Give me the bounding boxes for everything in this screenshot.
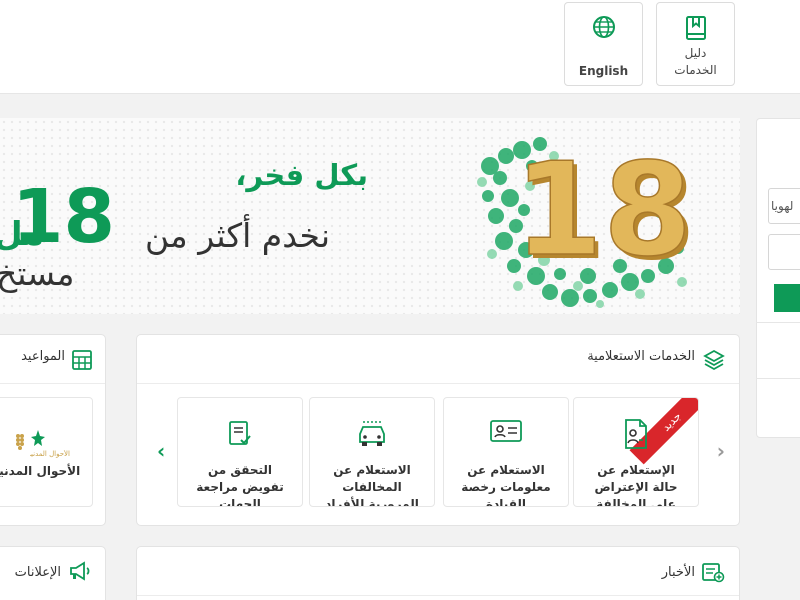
services-title: الخدمات الاستعلامية: [587, 349, 695, 364]
service-card-license-info[interactable]: الاستعلام عن معلومات رخصة القيادة: [443, 397, 569, 507]
chevron-right-icon[interactable]: ›: [717, 439, 725, 463]
password-input[interactable]: [768, 234, 800, 270]
layers-icon: [703, 349, 725, 375]
megaphone-icon: [67, 561, 93, 585]
service-card-traffic-violations[interactable]: الاستعلام عن المخالفات المرورية للأفراد: [309, 397, 435, 507]
car-icon: [310, 418, 434, 448]
clipboard-check-icon: [178, 418, 302, 448]
document-user-icon: [574, 418, 698, 450]
news-icon: [701, 561, 725, 587]
hero-banner[interactable]: بكل فخر، نخدم أكثر من 18 مل مستخ 18 18: [0, 118, 740, 314]
sidebar-divider: [756, 322, 800, 323]
login-button[interactable]: [774, 284, 800, 312]
news-panel: الأخبار: [136, 546, 740, 600]
banner-million: مل: [0, 214, 44, 253]
calendar-grid-icon: [71, 349, 93, 375]
login-panel: [756, 118, 800, 438]
panel-divider: [0, 383, 105, 384]
sidebar-divider: [756, 378, 800, 379]
language-label: English: [578, 64, 629, 78]
service-card-label: التحقق من تفويض مراجعة الجهات: [196, 463, 284, 507]
chevron-left-icon[interactable]: ‹: [157, 439, 165, 463]
appointments-title: المواعيد: [21, 349, 65, 364]
panel-divider: [137, 383, 739, 384]
announcements-title: الإعلانات: [14, 565, 61, 580]
banner-line-2: نخدم أكثر من: [144, 216, 330, 255]
banner-line-3: مستخ: [0, 254, 75, 293]
badge-number: 18: [514, 136, 690, 285]
inquiry-services-panel: الخدمات الاستعلامية › جديد الإستعلام عن ح…: [136, 334, 740, 526]
book-icon: [657, 15, 734, 41]
banner-line-1: بكل فخر،: [235, 158, 368, 192]
services-guide-label: دليل الخدمات: [674, 46, 717, 77]
globe-icon: [565, 15, 642, 39]
service-card-label: الاستعلام عن المخالفات المرورية للأفراد: [325, 463, 419, 507]
announcements-panel: الإعلانات: [0, 546, 106, 600]
civil-affairs-logo-text: الأحوال المدنية: [30, 450, 70, 458]
civil-affairs-card[interactable]: الأحوال المدنية الأحوال المدنية: [0, 397, 93, 507]
appointments-panel: المواعيد الأحوال المدنية الأحوال المدنية: [0, 334, 106, 526]
news-title: الأخبار: [661, 565, 695, 580]
service-card-label: الإستعلام عن حالة الإعتراض على المخالفة: [594, 463, 678, 507]
id-number-input[interactable]: لهويا: [768, 188, 800, 224]
panel-divider: [137, 595, 739, 596]
civil-affairs-label: الأحوال المدنية: [0, 464, 81, 478]
service-card-objection-status[interactable]: جديد الإستعلام عن حالة الإعتراض على المخال…: [573, 397, 699, 507]
service-card-label: الاستعلام عن معلومات رخصة القيادة: [461, 463, 551, 507]
language-button[interactable]: English: [564, 2, 643, 86]
top-header: دليل الخدمات English: [0, 0, 800, 94]
service-card-verify-authorization[interactable]: التحقق من تفويض مراجعة الجهات: [177, 397, 303, 507]
saudi-map-18-graphic: 18 18: [477, 135, 690, 308]
id-card-icon: [444, 418, 568, 444]
services-guide-button[interactable]: دليل الخدمات: [656, 2, 735, 86]
